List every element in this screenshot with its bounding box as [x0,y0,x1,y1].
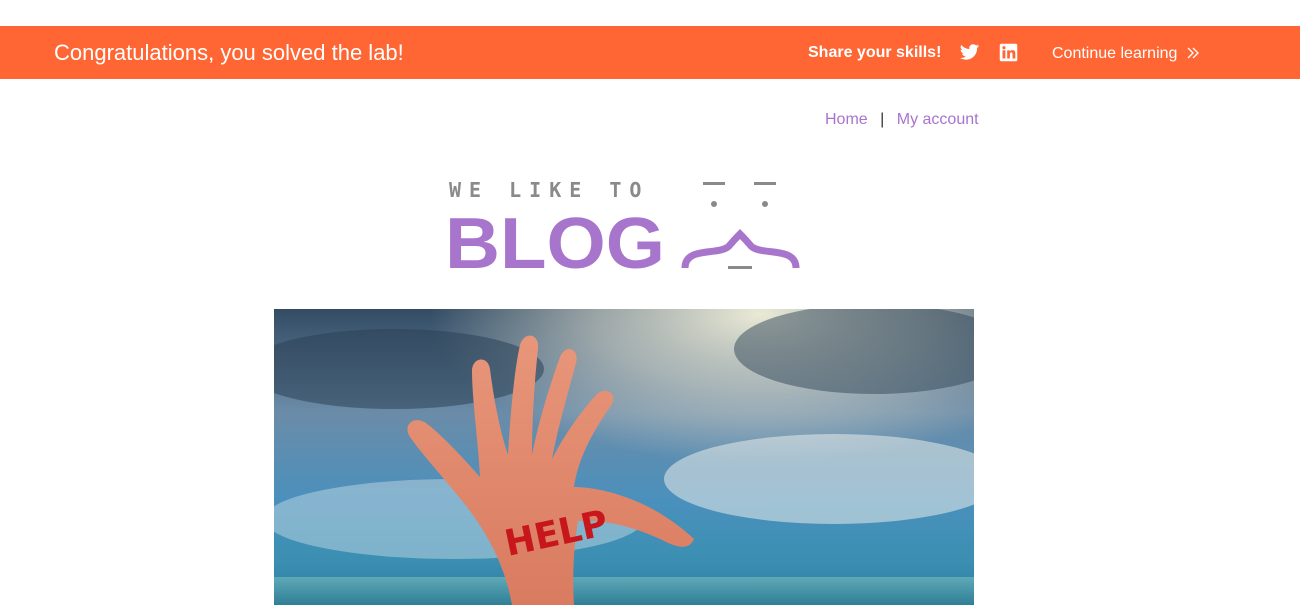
top-navigation: Home | My account [825,110,979,129]
logo-tagline: WE LIKE TO [449,178,649,202]
smiley-face-icon [681,182,800,269]
blog-logo[interactable]: WE LIKE TO BLOG [444,176,804,276]
continue-learning-link[interactable]: Continue learning [1052,44,1200,63]
hero-image-help-hand: HELP [274,309,974,605]
nav-home-link[interactable]: Home [825,111,868,128]
twitter-icon[interactable] [959,42,980,63]
share-skills-label: Share your skills! [808,44,942,61]
page: Congratulations, you solved the lab! Sha… [0,0,1300,605]
nav-separator: | [880,111,885,128]
banner-title: Congratulations, you solved the lab! [54,40,404,65]
continue-learning-label: Continue learning [1052,45,1178,62]
nav-my-account-link[interactable]: My account [897,111,979,128]
lab-solved-banner: Congratulations, you solved the lab! Sha… [0,26,1300,79]
logo-wordmark: BLOG [445,204,665,276]
double-chevron-right-icon [1187,47,1199,59]
linkedin-icon[interactable] [998,42,1019,63]
